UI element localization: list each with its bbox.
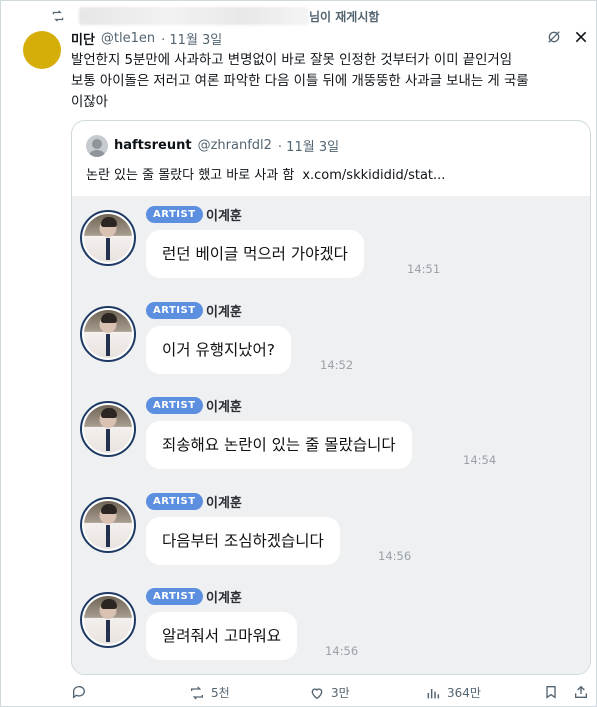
- like-icon: [311, 687, 323, 699]
- quote-body: 논란 있는 줄 몰랐다 했고 바로 사과 함: [86, 168, 295, 183]
- like-button[interactable]: 3만: [309, 684, 350, 701]
- chat-message: ARTIST 이계훈 알려줘서 고마워요 14:56: [72, 578, 590, 668]
- artist-avatar: [80, 210, 136, 266]
- chat-message: ARTIST 이계훈 런던 베이글 먹으러 가야겠다 14:51: [72, 196, 590, 286]
- retweet-count: 5천: [211, 686, 230, 700]
- blurred-reposter-name: [79, 7, 309, 25]
- reply-icon: [72, 686, 85, 699]
- message-bubble: 이거 유행지났어?: [146, 326, 291, 374]
- author-name[interactable]: 미단: [71, 29, 95, 48]
- quote-date: · 11월 3일: [277, 140, 340, 155]
- artist-badge: ARTIST: [146, 588, 203, 605]
- like-count: 3만: [331, 686, 350, 700]
- author-avatar[interactable]: [23, 31, 61, 69]
- reply-button[interactable]: [71, 684, 93, 700]
- grok-icon[interactable]: [546, 29, 562, 45]
- message-time: 14:52: [320, 358, 354, 372]
- post-card: 님이 재게시함 미단 @tle1en · 11월 3일 발언한지 5분만에 사과…: [0, 0, 597, 707]
- quote-header: haftsreunt @zhranfdl2 · 11월 3일: [114, 136, 339, 155]
- message-time: 14:51: [407, 262, 441, 276]
- post-text-line: 발언한지 5분만에 사과하고 변명없이 바로 잘못 인정한 것부터가 이미 끝인…: [71, 53, 513, 68]
- quote-author-name: haftsreunt: [114, 138, 192, 153]
- view-count: 364만: [447, 686, 481, 700]
- quoted-post[interactable]: haftsreunt @zhranfdl2 · 11월 3일 논란 있는 줄 몰…: [71, 120, 591, 675]
- artist-avatar: [80, 306, 136, 362]
- sender-name: 이계훈: [206, 305, 242, 320]
- action-bar: 5천 3만 364만: [1, 679, 597, 707]
- sender-name: 이계훈: [206, 400, 242, 415]
- post-text: 발언한지 5분만에 사과하고 변명없이 바로 잘못 인정한 것부터가 이미 끝인…: [71, 50, 586, 113]
- message-time: 14:56: [325, 644, 359, 658]
- artist-badge: ARTIST: [146, 302, 203, 319]
- views-button[interactable]: 364만: [425, 684, 481, 701]
- post-header: 미단 @tle1en · 11월 3일: [71, 28, 222, 48]
- sender-name: 이계훈: [206, 209, 242, 224]
- bookmark-icon: [546, 686, 556, 699]
- chat-message: ARTIST 이계훈 죄송해요 논란이 있는 줄 몰랐습니다 14:54: [72, 387, 590, 477]
- sender-name: 이계훈: [206, 591, 242, 606]
- sender-name: 이계훈: [206, 496, 242, 511]
- artist-avatar: [80, 497, 136, 553]
- quote-link[interactable]: x.com/skkididid/stat...: [302, 168, 445, 183]
- artist-avatar: [80, 401, 136, 457]
- chat-message: ARTIST 이계훈 다음부터 조심하겠습니다 14:56: [72, 483, 590, 573]
- close-icon[interactable]: [573, 29, 589, 45]
- repost-banner: 님이 재게시함: [51, 5, 379, 27]
- bookmark-button[interactable]: [543, 684, 559, 700]
- chat-screenshot: ARTIST 이계훈 런던 베이글 먹으러 가야겠다 14:51 ARTIST …: [72, 196, 590, 674]
- retweet-icon: [191, 686, 203, 699]
- views-icon: [427, 688, 440, 698]
- message-bubble: 알려줘서 고마워요: [146, 612, 298, 660]
- post-date[interactable]: · 11월 3일: [161, 29, 222, 48]
- chat-message: ARTIST 이계훈 이거 유행지났어? 14:52: [72, 292, 590, 382]
- quote-avatar: [86, 135, 108, 157]
- artist-badge: ARTIST: [146, 206, 203, 223]
- message-bubble: 런던 베이글 먹으러 가야겠다: [146, 230, 364, 278]
- retweet-icon: [52, 10, 64, 22]
- retweet-button[interactable]: 5천: [189, 684, 230, 701]
- post-text-line: 이잖아: [71, 95, 108, 110]
- message-bubble: 죄송해요 논란이 있는 줄 몰랐습니다: [146, 421, 412, 469]
- quote-text: 논란 있는 줄 몰랐다 했고 바로 사과 함 x.com/skkididid/st…: [86, 164, 445, 183]
- share-icon: [575, 685, 587, 698]
- message-time: 14:54: [463, 453, 497, 467]
- artist-badge: ARTIST: [146, 397, 203, 414]
- artist-avatar: [80, 592, 136, 648]
- artist-badge: ARTIST: [146, 493, 203, 510]
- author-handle[interactable]: @tle1en: [101, 31, 155, 46]
- repost-label: 님이 재게시함: [309, 9, 380, 24]
- post-text-line: 보통 아이돌은 저러고 여론 파악한 다음 이틀 뒤에 개뚱뚱한 사과글 보내는…: [71, 74, 529, 89]
- quote-author-handle: @zhranfdl2: [197, 138, 272, 153]
- share-button[interactable]: [573, 684, 589, 700]
- message-bubble: 다음부터 조심하겠습니다: [146, 517, 340, 565]
- message-time: 14:56: [378, 549, 412, 563]
